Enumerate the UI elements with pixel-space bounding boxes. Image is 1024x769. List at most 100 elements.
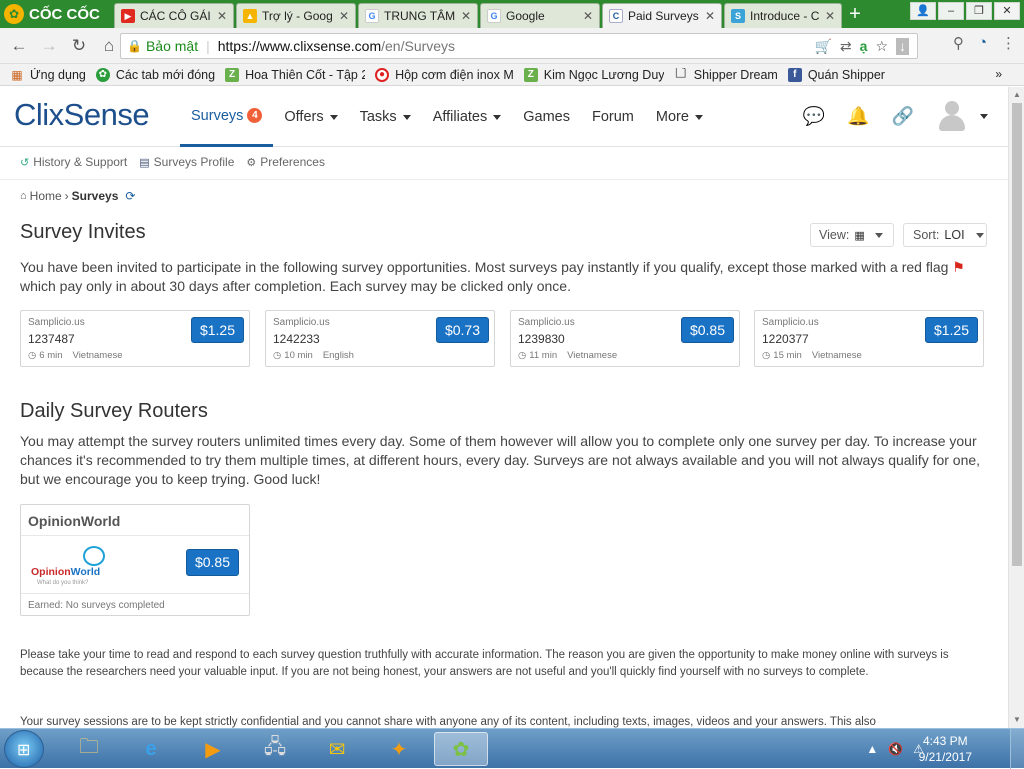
close-icon[interactable]: ✕ [217, 9, 227, 23]
nav-more[interactable]: More [645, 87, 714, 147]
nav-surveys[interactable]: Surveys 4 [180, 87, 274, 147]
router-price-button[interactable]: $0.85 [186, 549, 239, 576]
volume-muted-icon[interactable]: 🔇 [888, 742, 903, 756]
file-explorer-icon: 🗀 [79, 736, 99, 758]
chat-icon[interactable]: 💬 [803, 106, 825, 127]
refresh-icon[interactable]: ⟳ [125, 189, 135, 203]
survey-card[interactable]: Samplicio.us 1220377 ◷ 15 min Vietnamese… [754, 310, 984, 367]
window-close-button[interactable]: ✕ [994, 2, 1020, 20]
close-icon[interactable]: ✕ [583, 9, 593, 23]
minimize-button[interactable]: – [938, 2, 964, 20]
bookmark-apps[interactable]: ▦ Ứng dụng [10, 68, 86, 82]
bookmark-quan-shipper[interactable]: f Quán Shipper [787, 67, 885, 82]
taskbar-file-explorer[interactable]: 🗀 [62, 732, 116, 766]
bookmark-star-icon[interactable]: ☆ [875, 38, 888, 55]
bookmark-recent-tabs[interactable]: ✿ Các tab mới đóng [95, 67, 216, 82]
scroll-up-arrow[interactable]: ▲ [1009, 87, 1024, 103]
vietnamese-input-icon[interactable]: ạ [860, 38, 868, 55]
subnav-preferences[interactable]: ⚙ Preferences [246, 155, 325, 169]
scrollbar-thumb[interactable] [1012, 103, 1022, 566]
shopping-cart-icon[interactable]: 🛒 [814, 38, 831, 55]
breadcrumb-home[interactable]: Home [30, 189, 62, 203]
reload-button[interactable]: ↻ [64, 36, 94, 56]
page-scrollbar[interactable]: ▲ ▼ [1008, 87, 1024, 728]
user-menu[interactable] [936, 99, 988, 133]
bookmark-kim-ngoc[interactable]: Z Kim Ngọc Lương Duy [523, 67, 664, 82]
windows-logo-icon: ⊞ [17, 742, 31, 759]
youtube-icon: ▶ [121, 9, 135, 23]
close-icon[interactable]: ✕ [461, 9, 471, 23]
close-icon[interactable]: ✕ [825, 9, 835, 23]
show-desktop-button[interactable] [1010, 729, 1024, 769]
translate-icon[interactable]: ⇄ [840, 38, 852, 55]
survey-price-button[interactable]: $0.73 [436, 317, 489, 343]
fox-icon: ✦ [390, 738, 408, 761]
tab-google[interactable]: G Google ✕ [480, 3, 600, 28]
tab-introduce[interactable]: S Introduce - C ✕ [724, 3, 842, 28]
subnav-surveys-profile[interactable]: ▤ Surveys Profile [139, 155, 234, 169]
survey-meta: ◷ 15 min Vietnamese [762, 350, 862, 361]
taskbar-clock[interactable]: 4:43 PM 9/21/2017 [919, 733, 972, 765]
survey-invites-intro: You have been invited to participate in … [20, 258, 990, 296]
taskbar-media-player[interactable]: ▶ [186, 732, 240, 766]
view-selector[interactable]: View: ▦ [810, 223, 894, 247]
scroll-down-arrow[interactable]: ▼ [1009, 712, 1024, 728]
survey-price-button[interactable]: $1.25 [925, 317, 978, 343]
tab-google-drive[interactable]: ▲ Trợ lý - Goog ✕ [236, 3, 356, 28]
tray-expand-icon[interactable]: ▲ [866, 742, 878, 756]
close-icon[interactable]: ✕ [339, 9, 349, 23]
survey-card[interactable]: Samplicio.us 1242233 ◷ 10 min English $0… [265, 310, 495, 367]
link-icon[interactable]: 🔗 [892, 106, 914, 127]
tab-youtube[interactable]: ▶ CÁC CÔ GÁI ✕ [114, 3, 234, 28]
user-profile-icon[interactable]: 👤 [910, 2, 936, 20]
notifications-bell-icon[interactable]: 🔔 [847, 106, 869, 127]
nav-games[interactable]: Games [512, 87, 581, 147]
intro-text-part2: which pay only in about 30 days after co… [20, 278, 571, 294]
clock-icon: ◷ [273, 350, 282, 361]
tab-trung-tam[interactable]: G TRUNG TÂM ✕ [358, 3, 478, 28]
start-button[interactable]: ⊞ [4, 730, 44, 768]
survey-id: 1242233 [273, 332, 320, 346]
nav-forum[interactable]: Forum [581, 87, 645, 147]
nav-affiliates[interactable]: Affiliates [422, 87, 513, 147]
restore-button[interactable]: ❐ [966, 2, 992, 20]
clixsense-logo[interactable]: ClixSense [14, 97, 150, 133]
bookmark-shipper-dream[interactable]: 🗋 Shipper Dream [674, 68, 778, 82]
google-drive-icon: ▲ [243, 9, 257, 23]
new-tab-button[interactable]: + [844, 3, 866, 25]
forward-button[interactable]: → [34, 36, 64, 56]
chevron-down-icon [694, 114, 703, 120]
nav-offers[interactable]: Offers [273, 87, 348, 147]
survey-card[interactable]: Samplicio.us 1239830 ◷ 11 min Vietnamese… [510, 310, 740, 367]
router-card-opinionworld[interactable]: OpinionWorld OpinionWorld What do you th… [20, 504, 250, 616]
tab-paid-surveys[interactable]: C Paid Surveys ✕ [602, 3, 722, 28]
network-icon: 🖧 [263, 736, 287, 758]
bookmark-hoa-thien-cot[interactable]: Z Hoa Thiên Cốt - Tập 2 [225, 67, 365, 82]
taskbar-network[interactable]: 🖧 [248, 732, 302, 766]
bookmark-hop-com[interactable]: ● Hộp cơm điện inox M [375, 67, 514, 82]
subnav-label: Surveys Profile [153, 155, 235, 169]
extension-badge-icon[interactable]: ◔ [978, 34, 987, 52]
survey-card[interactable]: Samplicio.us 1237487 ◷ 6 min Vietnamese … [20, 310, 250, 367]
survey-language: Vietnamese [567, 350, 618, 361]
download-icon[interactable]: ↓ [896, 38, 909, 55]
back-button[interactable]: ← [4, 36, 34, 56]
bookmarks-overflow-icon[interactable]: » [995, 67, 1002, 81]
address-bar[interactable]: 🔒 Bảo mật | https://www.clixsense.com /e… [120, 33, 918, 59]
extension-search-icon[interactable]: ⚲ [953, 34, 964, 52]
menu-icon[interactable]: ⋮ [1001, 34, 1016, 52]
taskbar-outlook[interactable]: ✉ [310, 732, 364, 766]
taskbar-internet-explorer[interactable]: e [124, 732, 178, 766]
survey-price-button[interactable]: $0.85 [681, 317, 734, 343]
subnav-history-support[interactable]: ↺ History & Support [20, 155, 127, 169]
survey-id: 1220377 [762, 332, 809, 346]
nav-tasks[interactable]: Tasks [349, 87, 422, 147]
taskbar-fox-app[interactable]: ✦ [372, 732, 426, 766]
sort-selector[interactable]: Sort: LOI [903, 223, 987, 247]
taskbar-coccoc[interactable]: ✿ [434, 732, 488, 766]
outlook-icon: ✉ [328, 738, 346, 761]
survey-price-button[interactable]: $1.25 [191, 317, 244, 343]
bookmark-label: Các tab mới đóng [115, 67, 216, 82]
close-icon[interactable]: ✕ [705, 9, 715, 23]
browser-brand[interactable]: ✿ CỐC CỐC [0, 0, 112, 28]
